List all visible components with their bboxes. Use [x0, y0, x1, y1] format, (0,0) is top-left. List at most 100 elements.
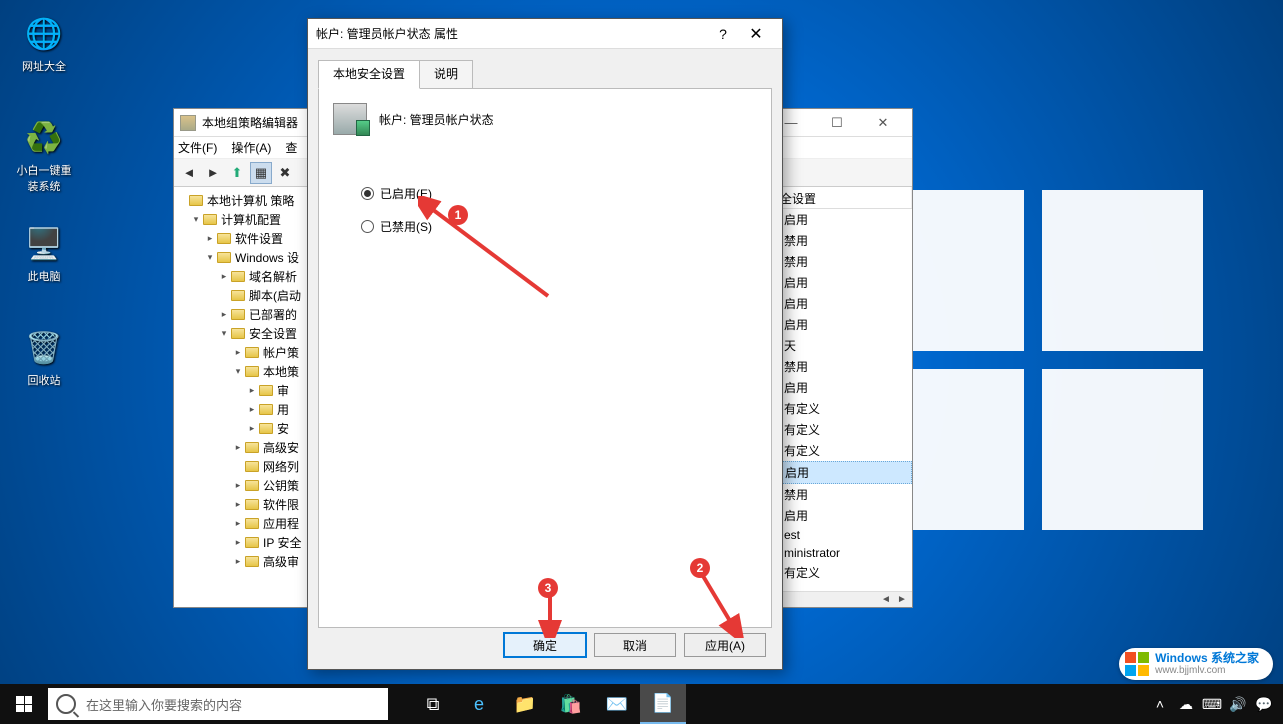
tree-item[interactable]: 本地计算机 策略: [176, 191, 311, 210]
store-icon[interactable]: 🛍️: [548, 684, 594, 724]
tree-item-label: 应用程: [263, 515, 299, 532]
search-placeholder: 在这里输入你要搜索的内容: [86, 695, 242, 714]
taskbar[interactable]: 在这里输入你要搜索的内容 ⧉ e 📁 🛍️ ✉️ 📄 ˄ ☁ ⌨ 🔊 💬: [0, 684, 1283, 724]
tree-item-label: 已部署的: [249, 306, 297, 323]
tree-item-label: 高级审: [263, 553, 299, 570]
tray-notifications-icon[interactable]: 💬: [1251, 684, 1277, 724]
tree-item[interactable]: 脚本(启动: [176, 286, 311, 305]
mail-icon[interactable]: ✉️: [594, 684, 640, 724]
tree-item[interactable]: ▸ 高级安: [176, 438, 311, 457]
dialog-titlebar[interactable]: 帐户: 管理员帐户状态 属性 ? ✕: [308, 19, 782, 49]
tree-item-label: 高级安: [263, 439, 299, 456]
tree-item-label: 用: [277, 401, 289, 418]
tree-caret-icon[interactable]: ▸: [232, 499, 244, 510]
tree-item[interactable]: ▾ 安全设置: [176, 324, 311, 343]
badge-1: 1: [448, 205, 468, 225]
tree-item[interactable]: ▾Windows 设: [176, 248, 311, 267]
folder-icon: [244, 460, 260, 474]
tree-caret-icon[interactable]: ▸: [232, 537, 244, 548]
tree-caret-icon[interactable]: ▾: [218, 328, 230, 339]
tree-caret-icon[interactable]: ▸: [246, 385, 258, 396]
tree-item[interactable]: ▸软件限: [176, 495, 311, 514]
task-view-icon[interactable]: ⧉: [410, 684, 456, 724]
close-button[interactable]: ✕: [860, 110, 906, 136]
file-explorer-icon[interactable]: 📁: [502, 684, 548, 724]
tree-item[interactable]: ▸帐户策: [176, 343, 311, 362]
tree-item[interactable]: ▸ 高级审: [176, 552, 311, 571]
tree-item-label: 安全设置: [249, 325, 297, 342]
tree-item[interactable]: ▾本地策: [176, 362, 311, 381]
tree-item[interactable]: ▸ 已部署的: [176, 305, 311, 324]
edge-icon[interactable]: e: [456, 684, 502, 724]
watermark-line1: Windows 系统之家: [1155, 652, 1259, 665]
tray-onedrive-icon[interactable]: ☁: [1173, 684, 1199, 724]
tree-item[interactable]: ▸安: [176, 419, 311, 438]
desktop-icon[interactable]: 🌐网址大全: [12, 14, 76, 74]
tree-caret-icon[interactable]: ▸: [232, 347, 244, 358]
system-tray[interactable]: ˄ ☁ ⌨ 🔊 💬: [1147, 684, 1283, 724]
delete-icon[interactable]: ✖: [274, 162, 296, 184]
apply-button[interactable]: 应用(A): [684, 633, 766, 657]
tray-ime-icon[interactable]: ⌨: [1199, 684, 1225, 724]
tree-item[interactable]: ▸域名解析: [176, 267, 311, 286]
tree-caret-icon[interactable]: ▸: [232, 518, 244, 529]
search-input[interactable]: 在这里输入你要搜索的内容: [48, 688, 388, 720]
tree-item[interactable]: ▾ 计算机配置: [176, 210, 311, 229]
tree-caret-icon[interactable]: ▸: [218, 271, 230, 282]
up-icon[interactable]: ⬆: [226, 162, 248, 184]
tree-item[interactable]: 网络列: [176, 457, 311, 476]
tab-local-security[interactable]: 本地安全设置: [318, 60, 420, 89]
ok-button[interactable]: 确定: [504, 633, 586, 657]
tree-item[interactable]: ▸ 应用程: [176, 514, 311, 533]
radio-disabled-row[interactable]: 已禁用(S): [361, 218, 757, 235]
cancel-button[interactable]: 取消: [594, 633, 676, 657]
desktop-icon-label: 回收站: [12, 372, 76, 388]
tree-caret-icon[interactable]: ▸: [232, 442, 244, 453]
desktop-icon[interactable]: 🗑️回收站: [12, 328, 76, 388]
notepad-icon[interactable]: 📄: [640, 684, 686, 724]
folder-icon: [258, 384, 274, 398]
desktop-icon[interactable]: ♻️小白一键重装系统: [12, 118, 76, 194]
tree-item[interactable]: ▸公钥策: [176, 476, 311, 495]
tree-caret-icon[interactable]: ▸: [218, 309, 230, 320]
tree-caret-icon[interactable]: ▾: [204, 252, 216, 263]
tree-item[interactable]: ▸软件设置: [176, 229, 311, 248]
back-icon[interactable]: ◄: [178, 162, 200, 184]
tree-item[interactable]: ▸审: [176, 381, 311, 400]
tree-item-label: 脚本(启动: [249, 287, 301, 304]
menu-action[interactable]: 操作(A): [231, 139, 271, 156]
tree-caret-icon[interactable]: ▾: [190, 214, 202, 225]
forward-icon[interactable]: ►: [202, 162, 224, 184]
menu-file[interactable]: 文件(F): [178, 139, 217, 156]
radio-enabled[interactable]: [361, 187, 374, 200]
radio-enabled-row[interactable]: 已启用(E): [361, 185, 757, 202]
tree-item[interactable]: ▸IP 安全: [176, 533, 311, 552]
folder-icon: [244, 479, 260, 493]
folder-icon: [244, 346, 260, 360]
tree-caret-icon[interactable]: ▸: [232, 556, 244, 567]
gpo-tree[interactable]: 本地计算机 策略▾计算机配置▸软件设置▾Windows 设▸域名解析脚本(启动▸…: [174, 187, 314, 607]
tab-explain[interactable]: 说明: [420, 60, 473, 89]
tree-caret-icon[interactable]: ▾: [232, 366, 244, 377]
tree-item[interactable]: ▸用: [176, 400, 311, 419]
policy-name-label: 帐户: 管理员帐户状态: [379, 111, 494, 128]
desktop-icon[interactable]: 🖥️此电脑: [12, 224, 76, 284]
tree-caret-icon[interactable]: ▸: [204, 233, 216, 244]
folder-icon: [258, 422, 274, 436]
tree-item-label: 计算机配置: [221, 211, 281, 228]
help-button[interactable]: ?: [708, 26, 738, 42]
close-button[interactable]: ✕: [738, 24, 774, 44]
show-hide-tree-icon[interactable]: ▦: [250, 162, 272, 184]
folder-icon: [244, 365, 260, 379]
tray-chevron-icon[interactable]: ˄: [1147, 684, 1173, 724]
tree-caret-icon[interactable]: ▸: [232, 480, 244, 491]
maximize-button[interactable]: ☐: [814, 110, 860, 136]
tree-caret-icon[interactable]: ▸: [246, 423, 258, 434]
menu-view[interactable]: 查: [285, 139, 297, 156]
gpo-title-text: 本地组策略编辑器: [202, 114, 298, 131]
radio-disabled[interactable]: [361, 220, 374, 233]
tree-item-label: 本地计算机 策略: [207, 192, 294, 209]
tree-caret-icon[interactable]: ▸: [246, 404, 258, 415]
start-button[interactable]: [0, 684, 48, 724]
tray-volume-icon[interactable]: 🔊: [1225, 684, 1251, 724]
